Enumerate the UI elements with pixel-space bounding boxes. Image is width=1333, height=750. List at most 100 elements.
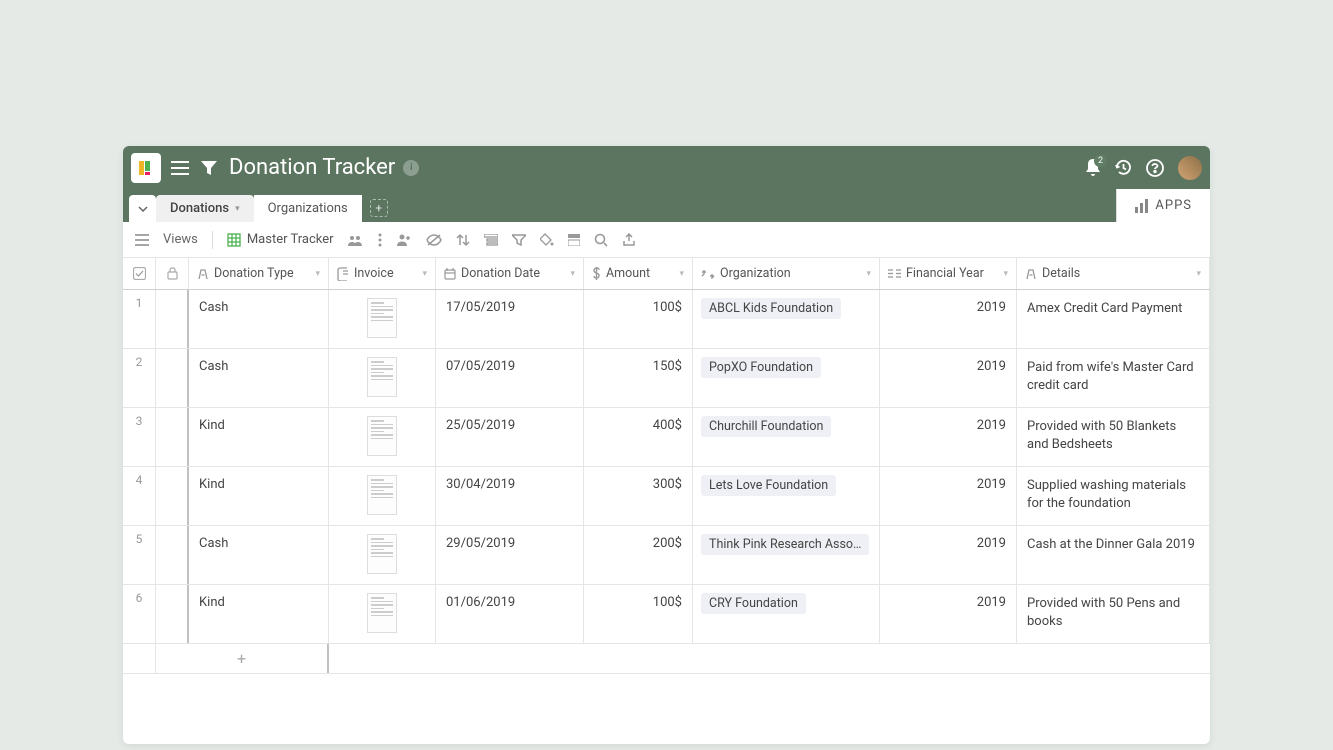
row-lock bbox=[156, 526, 189, 584]
cell-amount[interactable]: 300$ bbox=[584, 467, 693, 525]
cell-type[interactable]: Cash bbox=[189, 349, 329, 407]
group-icon[interactable] bbox=[484, 234, 498, 246]
cell-type[interactable]: Kind bbox=[189, 585, 329, 643]
cell-invoice[interactable] bbox=[329, 408, 436, 466]
cell-invoice[interactable] bbox=[329, 290, 436, 348]
column-organization[interactable]: Organization▾ bbox=[693, 258, 880, 289]
cell-type[interactable]: Kind bbox=[189, 467, 329, 525]
cell-organization[interactable]: Lets Love Foundation bbox=[693, 467, 880, 525]
tab-donations[interactable]: Donations ▾ bbox=[156, 195, 254, 222]
cell-year[interactable]: 2019 bbox=[880, 467, 1017, 525]
select-all-checkbox[interactable] bbox=[123, 258, 156, 289]
column-donation-type[interactable]: Donation Type▾ bbox=[189, 258, 329, 289]
lock-column bbox=[156, 258, 189, 289]
cell-details[interactable]: Cash at the Dinner Gala 2019 bbox=[1017, 526, 1210, 584]
cell-amount[interactable]: 100$ bbox=[584, 290, 693, 348]
cell-year[interactable]: 2019 bbox=[880, 408, 1017, 466]
cell-organization[interactable]: ABCL Kids Foundation bbox=[693, 290, 880, 348]
apps-button[interactable]: APPS bbox=[1116, 189, 1210, 222]
org-tag[interactable]: Think Pink Research Asso… bbox=[701, 534, 869, 555]
help-icon[interactable] bbox=[1146, 159, 1164, 177]
cell-amount[interactable]: 100$ bbox=[584, 585, 693, 643]
app-logo[interactable] bbox=[131, 153, 161, 183]
cell-amount[interactable]: 400$ bbox=[584, 408, 693, 466]
cell-year[interactable]: 2019 bbox=[880, 526, 1017, 584]
table-row[interactable]: 4 Kind 30/04/2019 300$ Lets Love Foundat… bbox=[123, 467, 1210, 526]
cell-date[interactable]: 25/05/2019 bbox=[436, 408, 584, 466]
table-row[interactable]: 2 Cash 07/05/2019 150$ PopXO Foundation … bbox=[123, 349, 1210, 408]
user-avatar[interactable] bbox=[1178, 156, 1202, 180]
invoice-thumbnail[interactable] bbox=[367, 416, 397, 456]
row-number: 3 bbox=[123, 408, 156, 466]
cell-invoice[interactable] bbox=[329, 467, 436, 525]
current-view[interactable]: Master Tracker bbox=[227, 232, 334, 247]
column-details[interactable]: Details▾ bbox=[1017, 258, 1210, 289]
column-amount[interactable]: Amount▾ bbox=[584, 258, 693, 289]
table-row[interactable]: 3 Kind 25/05/2019 400$ Churchill Foundat… bbox=[123, 408, 1210, 467]
invoice-thumbnail[interactable] bbox=[367, 357, 397, 397]
row-height-icon[interactable] bbox=[568, 234, 580, 246]
export-icon[interactable] bbox=[622, 233, 636, 247]
add-tab-button[interactable]: + bbox=[370, 199, 388, 217]
more-icon[interactable] bbox=[378, 233, 382, 247]
cell-details[interactable]: Supplied washing materials for the found… bbox=[1017, 467, 1210, 525]
org-tag[interactable]: Churchill Foundation bbox=[701, 416, 831, 437]
cell-date[interactable]: 30/04/2019 bbox=[436, 467, 584, 525]
cell-date[interactable]: 07/05/2019 bbox=[436, 349, 584, 407]
cell-details[interactable]: Provided with 50 Pens and books bbox=[1017, 585, 1210, 643]
invoice-thumbnail[interactable] bbox=[367, 593, 397, 633]
cell-date[interactable]: 17/05/2019 bbox=[436, 290, 584, 348]
hamburger-icon[interactable] bbox=[171, 161, 189, 175]
sort-icon[interactable] bbox=[456, 233, 470, 247]
cell-invoice[interactable] bbox=[329, 526, 436, 584]
cell-organization[interactable]: PopXO Foundation bbox=[693, 349, 880, 407]
column-invoice[interactable]: Invoice▾ bbox=[329, 258, 436, 289]
cell-year[interactable]: 2019 bbox=[880, 349, 1017, 407]
table-row[interactable]: 6 Kind 01/06/2019 100$ CRY Foundation 20… bbox=[123, 585, 1210, 644]
filter-icon[interactable] bbox=[201, 160, 217, 176]
tab-organizations[interactable]: Organizations bbox=[254, 195, 362, 222]
cell-date[interactable]: 29/05/2019 bbox=[436, 526, 584, 584]
add-row[interactable]: + bbox=[123, 644, 1210, 674]
views-menu-button[interactable] bbox=[135, 234, 149, 246]
fill-icon[interactable] bbox=[540, 233, 554, 247]
info-icon[interactable]: i bbox=[403, 160, 419, 176]
org-tag[interactable]: Lets Love Foundation bbox=[701, 475, 836, 496]
cell-date[interactable]: 01/06/2019 bbox=[436, 585, 584, 643]
notifications-icon[interactable]: 2 bbox=[1085, 159, 1101, 177]
views-label[interactable]: Views bbox=[163, 232, 198, 247]
row-number: 4 bbox=[123, 467, 156, 525]
history-icon[interactable] bbox=[1115, 159, 1132, 176]
cell-organization[interactable]: Think Pink Research Asso… bbox=[693, 526, 880, 584]
cell-organization[interactable]: CRY Foundation bbox=[693, 585, 880, 643]
add-user-icon[interactable] bbox=[396, 233, 412, 247]
cell-invoice[interactable] bbox=[329, 585, 436, 643]
invoice-thumbnail[interactable] bbox=[367, 475, 397, 515]
hide-icon[interactable] bbox=[426, 234, 442, 246]
search-icon[interactable] bbox=[594, 233, 608, 247]
org-tag[interactable]: ABCL Kids Foundation bbox=[701, 298, 841, 319]
org-tag[interactable]: CRY Foundation bbox=[701, 593, 806, 614]
cell-type[interactable]: Cash bbox=[189, 290, 329, 348]
cell-details[interactable]: Provided with 50 Blankets and Bedsheets bbox=[1017, 408, 1210, 466]
cell-invoice[interactable] bbox=[329, 349, 436, 407]
cell-organization[interactable]: Churchill Foundation bbox=[693, 408, 880, 466]
cell-year[interactable]: 2019 bbox=[880, 290, 1017, 348]
org-tag[interactable]: PopXO Foundation bbox=[701, 357, 821, 378]
cell-details[interactable]: Amex Credit Card Payment bbox=[1017, 290, 1210, 348]
cell-amount[interactable]: 150$ bbox=[584, 349, 693, 407]
cell-year[interactable]: 2019 bbox=[880, 585, 1017, 643]
column-date[interactable]: Donation Date▾ bbox=[436, 258, 584, 289]
cell-amount[interactable]: 200$ bbox=[584, 526, 693, 584]
table-row[interactable]: 5 Cash 29/05/2019 200$ Think Pink Resear… bbox=[123, 526, 1210, 585]
table-row[interactable]: 1 Cash 17/05/2019 100$ ABCL Kids Foundat… bbox=[123, 290, 1210, 349]
invoice-thumbnail[interactable] bbox=[367, 534, 397, 574]
tabs-chevron[interactable] bbox=[129, 195, 156, 222]
cell-details[interactable]: Paid from wife's Master Card credit card bbox=[1017, 349, 1210, 407]
share-icon[interactable] bbox=[348, 234, 364, 246]
invoice-thumbnail[interactable] bbox=[367, 298, 397, 338]
cell-type[interactable]: Cash bbox=[189, 526, 329, 584]
cell-type[interactable]: Kind bbox=[189, 408, 329, 466]
filter-toolbar-icon[interactable] bbox=[512, 234, 526, 246]
column-financial-year[interactable]: Financial Year▾ bbox=[880, 258, 1017, 289]
